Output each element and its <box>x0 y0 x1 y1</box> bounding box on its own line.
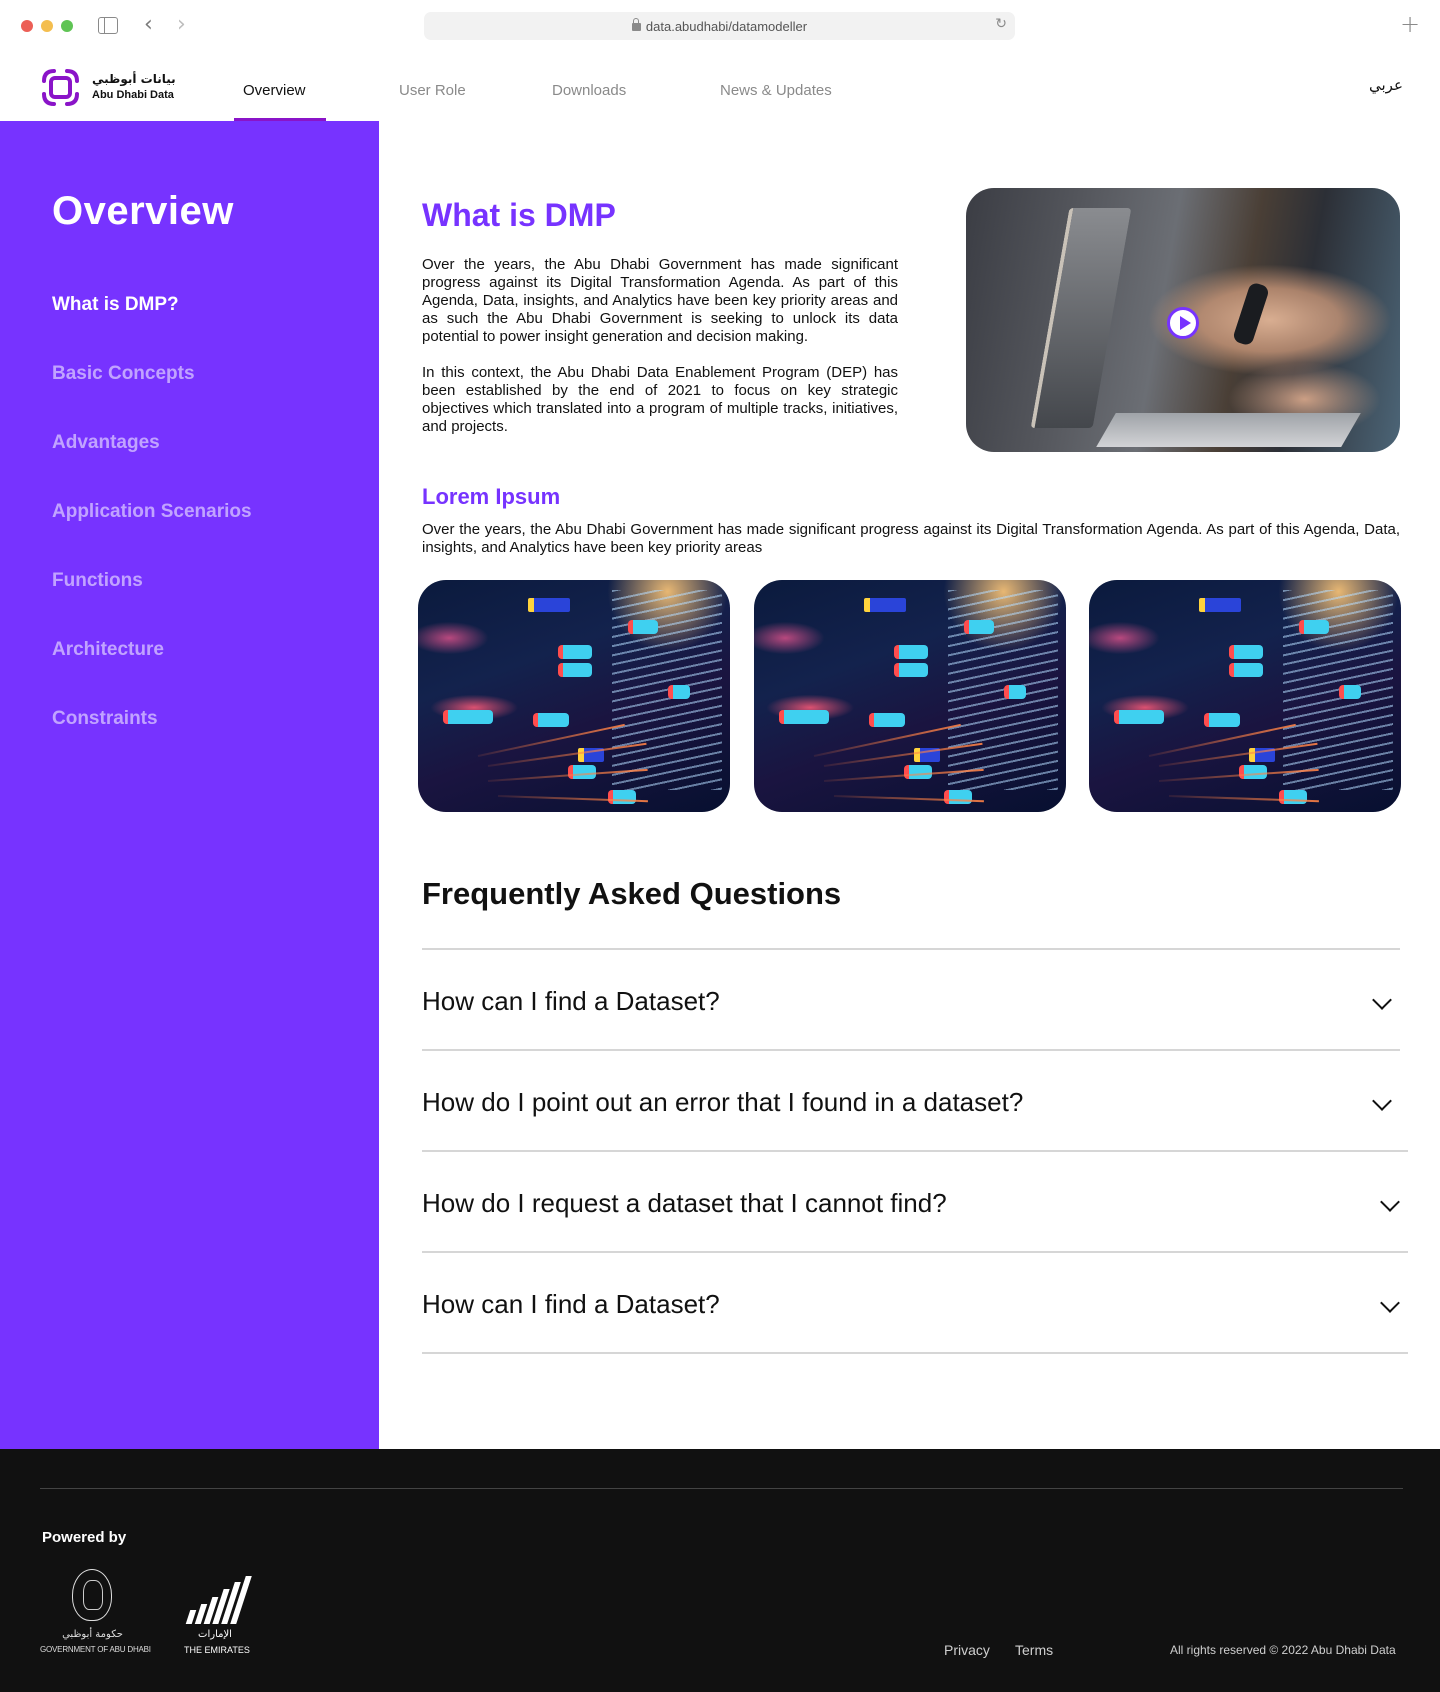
gallery-image-2[interactable] <box>754 580 1066 812</box>
sidebar-item-advantages[interactable]: Advantages <box>52 432 160 454</box>
logo-mark-icon <box>42 69 79 106</box>
dmp-paragraph-1: Over the years, the Abu Dhabi Government… <box>422 256 898 345</box>
gov-logo-arabic: حكومة أبوظبي <box>62 1629 123 1640</box>
block-shape <box>1199 598 1241 612</box>
nav-downloads[interactable]: Downloads <box>552 82 626 99</box>
faq-question: How can I find a Dataset? <box>422 986 720 1016</box>
logo-arabic-text: بيانات أبوظبي <box>92 72 176 86</box>
faq-item[interactable]: How can I find a Dataset? <box>422 949 1400 1050</box>
nav-overview[interactable]: Overview <box>243 82 306 99</box>
faq-item[interactable]: How do I request a dataset that I cannot… <box>422 1151 1408 1252</box>
close-window-button[interactable] <box>21 20 33 32</box>
copyright-text: All rights reserved © 2022 Abu Dhabi Dat… <box>1170 1643 1396 1657</box>
sidebar-item-application-scenarios[interactable]: Application Scenarios <box>52 501 252 523</box>
sidebar-item-what-is-dmp[interactable]: What is DMP? <box>52 294 179 316</box>
powered-by-label: Powered by <box>42 1529 127 1546</box>
logo-english-text: Abu Dhabi Data <box>92 89 174 101</box>
play-icon[interactable] <box>1167 307 1199 339</box>
forward-arrow-icon[interactable]: › <box>177 13 186 37</box>
back-arrow-icon[interactable]: ‹ <box>144 13 153 37</box>
block-shape <box>864 598 906 612</box>
faq-question: How do I point out an error that I found… <box>422 1087 1024 1117</box>
emirates-stripes-icon <box>185 1576 252 1624</box>
address-bar[interactable]: data.abudhabi/datamodeller ↻ <box>424 12 1015 40</box>
node-shape <box>608 790 636 804</box>
gov-logo-english: GOVERNMENT OF ABU DHABI <box>40 1645 151 1654</box>
wristband-shape <box>1231 281 1271 347</box>
abu-dhabi-data-logo[interactable]: بيانات أبوظبي Abu Dhabi Data <box>40 67 180 109</box>
faq-item[interactable]: How do I point out an error that I found… <box>422 1050 1400 1151</box>
intro-video[interactable] <box>966 188 1400 452</box>
node-shape <box>894 645 928 659</box>
node-shape <box>894 663 928 677</box>
sidebar-item-architecture[interactable]: Architecture <box>52 639 164 661</box>
node-shape <box>558 663 592 677</box>
faq-item[interactable]: How can I find a Dataset? <box>422 1252 1408 1353</box>
gallery-image-1[interactable] <box>418 580 730 812</box>
privacy-link[interactable]: Privacy <box>944 1642 990 1658</box>
government-of-abu-dhabi-logo[interactable]: حكومة أبوظبي GOVERNMENT OF ABU DHABI <box>40 1569 151 1664</box>
chevron-down-icon[interactable] <box>1372 1091 1392 1111</box>
node-shape <box>779 710 829 724</box>
language-toggle[interactable]: عربي <box>1369 76 1403 94</box>
faq-divider <box>422 1352 1408 1354</box>
node-shape <box>533 713 569 727</box>
terms-link[interactable]: Terms <box>1015 1642 1053 1658</box>
falcon-emblem-icon <box>72 1569 112 1621</box>
laptop-keyboard-shape <box>1096 413 1361 447</box>
url-text: data.abudhabi/datamodeller <box>645 19 808 34</box>
node-shape <box>869 713 905 727</box>
chevron-down-icon[interactable] <box>1380 1293 1400 1313</box>
node-shape <box>668 685 690 699</box>
laptop-screen-shape <box>1030 208 1132 428</box>
faq-title: Frequently Asked Questions <box>422 876 842 911</box>
nav-user-role[interactable]: User Role <box>399 82 466 99</box>
the-emirates-logo[interactable]: الإمارات THE EMIRATES <box>184 1569 252 1664</box>
node-shape <box>1279 790 1307 804</box>
dmp-heading: What is DMP <box>422 197 616 233</box>
sidebar: Overview What is DMP? Basic Concepts Adv… <box>0 121 379 1449</box>
sidebar-item-basic-concepts[interactable]: Basic Concepts <box>52 363 195 385</box>
sidebar-item-functions[interactable]: Functions <box>52 570 143 592</box>
maximize-window-button[interactable] <box>61 20 73 32</box>
node-shape <box>1114 710 1164 724</box>
node-shape <box>1299 620 1329 634</box>
gallery-image-3[interactable] <box>1089 580 1401 812</box>
reload-icon[interactable]: ↻ <box>995 16 1007 32</box>
minimize-window-button[interactable] <box>41 20 53 32</box>
node-shape <box>1004 685 1026 699</box>
node-shape <box>558 645 592 659</box>
node-shape <box>1229 663 1263 677</box>
node-shape <box>443 710 493 724</box>
browser-chrome: ‹ › data.abudhabi/datamodeller ↻ + <box>0 0 1440 52</box>
url-display: data.abudhabi/datamodeller <box>424 18 1015 34</box>
nav-news-updates[interactable]: News & Updates <box>720 82 832 99</box>
chevron-down-icon[interactable] <box>1372 990 1392 1010</box>
node-shape <box>1339 685 1361 699</box>
uae-logo-english: THE EMIRATES <box>184 1645 250 1655</box>
block-shape <box>528 598 570 612</box>
new-tab-plus-icon[interactable]: + <box>1400 11 1420 37</box>
main-content: What is DMP Over the years, the Abu Dhab… <box>379 121 1440 1449</box>
sidebar-title: Overview <box>52 189 234 233</box>
node-shape <box>628 620 658 634</box>
footer-divider <box>40 1488 1403 1489</box>
lorem-paragraph: Over the years, the Abu Dhabi Government… <box>422 521 1400 556</box>
chevron-down-icon[interactable] <box>1380 1192 1400 1212</box>
sidebar-item-constraints[interactable]: Constraints <box>52 708 158 730</box>
dmp-paragraph-2: In this context, the Abu Dhabi Data Enab… <box>422 364 898 435</box>
faq-question: How can I find a Dataset? <box>422 1289 720 1319</box>
sidebar-toggle-icon[interactable] <box>98 17 118 34</box>
footer: Powered by حكومة أبوظبي GOVERNMENT OF AB… <box>0 1449 1440 1692</box>
node-shape <box>964 620 994 634</box>
lorem-heading: Lorem Ipsum <box>422 484 561 509</box>
node-shape <box>944 790 972 804</box>
lock-icon <box>631 18 641 31</box>
node-shape <box>1204 713 1240 727</box>
node-shape <box>1229 645 1263 659</box>
faq-question: How do I request a dataset that I cannot… <box>422 1188 947 1218</box>
site-header: بيانات أبوظبي Abu Dhabi Data Overview Us… <box>0 52 1440 121</box>
uae-logo-arabic: الإمارات <box>198 1629 232 1640</box>
